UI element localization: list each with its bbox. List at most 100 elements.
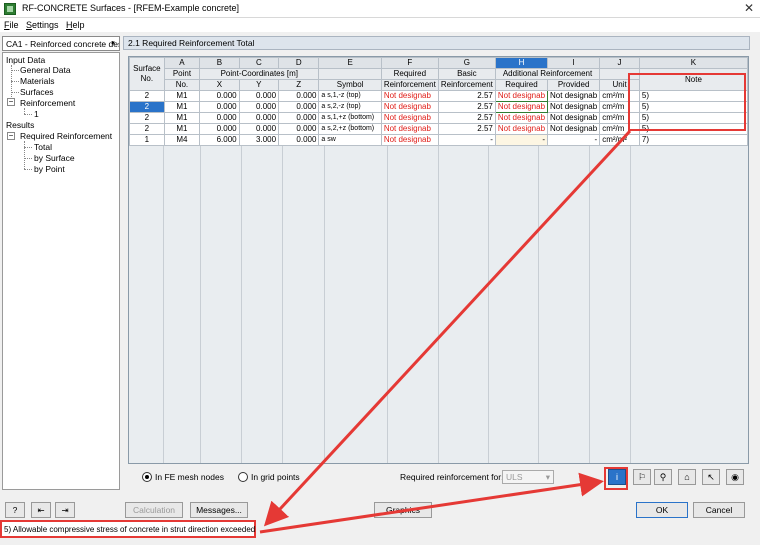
menu-settings[interactable]: Settings <box>26 20 59 30</box>
eye-icon[interactable]: ◉ <box>726 469 744 485</box>
cell-surface[interactable]: 2 <box>129 90 165 102</box>
nav-reinforcement[interactable]: Reinforcement <box>20 98 75 108</box>
filter-icon[interactable]: ⚐ <box>633 469 651 485</box>
cell-point[interactable]: M4 <box>163 134 201 146</box>
nav-results[interactable]: Results <box>6 120 34 130</box>
section-icon[interactable]: ⌂ <box>678 469 696 485</box>
cell-symbol[interactable]: a s,1,+z (bottom) <box>318 112 382 124</box>
cell-unit[interactable]: cm²/m <box>599 123 640 135</box>
cell-add-provided[interactable]: Not designab <box>547 90 601 102</box>
cell-point[interactable]: M1 <box>163 90 201 102</box>
pointer-icon[interactable]: ↖ <box>702 469 720 485</box>
info-icon[interactable]: i <box>608 469 626 485</box>
close-icon[interactable]: ✕ <box>744 1 754 15</box>
cell-unit[interactable]: cm²/m² <box>599 134 640 146</box>
cell-note[interactable]: 5) <box>638 123 748 135</box>
nav-materials[interactable]: Materials <box>20 76 54 86</box>
cell-note[interactable]: 5) <box>638 101 748 113</box>
cell-x[interactable]: 0.000 <box>199 90 240 102</box>
import-icon[interactable]: ⇤ <box>31 502 51 518</box>
table-row[interactable]: 2 M1 0.000 0.000 0.000 a s,1,-z (top) No… <box>129 90 748 102</box>
radio-grid-points-label[interactable]: In grid points <box>251 472 300 482</box>
pin-icon[interactable]: ⚲ <box>654 469 672 485</box>
export-icon[interactable]: ⇥ <box>55 502 75 518</box>
table-row[interactable]: 2 M1 0.000 0.000 0.000 a s,1,+z (bottom)… <box>129 112 748 124</box>
cell-y[interactable]: 0.000 <box>238 90 280 102</box>
cell-symbol[interactable]: a s,2,+z (bottom) <box>318 123 382 135</box>
menu-file[interactable]: File <box>4 20 19 30</box>
cell-surface[interactable]: 2 <box>129 123 165 135</box>
cell-add-required[interactable]: Not designab <box>494 101 549 113</box>
menu-help[interactable]: Help <box>66 20 85 30</box>
collapse-icon[interactable]: − <box>7 132 15 140</box>
cell-required[interactable]: Not designab <box>380 134 439 146</box>
cell-y[interactable]: 0.000 <box>238 123 280 135</box>
cell-surface[interactable]: 1 <box>129 134 165 146</box>
messages-button[interactable]: Messages... <box>190 502 248 518</box>
cell-point[interactable]: M1 <box>163 101 201 113</box>
radio-fe-mesh[interactable] <box>142 472 152 482</box>
cell-x[interactable]: 6.000 <box>199 134 240 146</box>
cell-z[interactable]: 0.000 <box>278 134 320 146</box>
cell-note[interactable]: 5) <box>638 90 748 102</box>
cell-required[interactable]: Not designab <box>380 90 439 102</box>
cell-y[interactable]: 3.000 <box>238 134 280 146</box>
cell-basic[interactable]: 2.57 <box>437 90 496 102</box>
table-row[interactable]: 1 M4 6.000 3.000 0.000 a sw Not designab… <box>129 134 748 146</box>
cell-unit[interactable]: cm²/m <box>599 112 640 124</box>
required-for-select[interactable]: ULS ▾ <box>502 470 554 484</box>
radio-grid-points[interactable] <box>238 472 248 482</box>
calculation-button[interactable]: Calculation <box>125 502 183 518</box>
ok-button[interactable]: OK <box>636 502 688 518</box>
cancel-button[interactable]: Cancel <box>693 502 745 518</box>
collapse-icon[interactable]: − <box>7 98 15 106</box>
nav-by-surface[interactable]: by Surface <box>34 153 75 163</box>
cell-required[interactable]: Not designab <box>380 123 439 135</box>
cell-z[interactable]: 0.000 <box>278 90 320 102</box>
cell-required[interactable]: Not designab <box>380 112 439 124</box>
cell-add-provided[interactable]: Not designab <box>547 112 601 124</box>
nav-input-data[interactable]: Input Data <box>6 55 45 65</box>
cell-add-provided[interactable]: Not designab <box>547 123 601 135</box>
nav-required-reinforcement[interactable]: Required Reinforcement <box>20 131 112 141</box>
cell-point[interactable]: M1 <box>163 112 201 124</box>
cell-add-required[interactable]: Not designab <box>494 123 549 135</box>
table-row[interactable]: 2 M1 0.000 0.000 0.000 a s,2,+z (bottom)… <box>129 123 748 135</box>
cell-x[interactable]: 0.000 <box>199 123 240 135</box>
cell-surface[interactable]: 2 <box>129 101 165 113</box>
help-icon[interactable]: ? <box>5 502 25 518</box>
cell-unit[interactable]: cm²/m <box>599 90 640 102</box>
cell-point[interactable]: M1 <box>163 123 201 135</box>
table-row[interactable]: 2 M1 0.000 0.000 0.000 a s,2,-z (top) No… <box>129 101 748 113</box>
nav-surfaces[interactable]: Surfaces <box>20 87 54 97</box>
nav-reinforcement-1[interactable]: 1 <box>34 109 39 119</box>
cell-z[interactable]: 0.000 <box>278 123 320 135</box>
cell-z[interactable]: 0.000 <box>278 112 320 124</box>
cell-y[interactable]: 0.000 <box>238 112 280 124</box>
cell-basic[interactable]: - <box>437 134 496 146</box>
nav-general-data[interactable]: General Data <box>20 65 71 75</box>
cell-basic[interactable]: 2.57 <box>437 112 496 124</box>
cell-symbol[interactable]: a s,1,-z (top) <box>318 90 382 102</box>
case-dropdown[interactable]: CA1 - Reinforced concrete desi ▾ <box>2 36 120 51</box>
cell-unit[interactable]: cm²/m <box>599 101 640 113</box>
cell-add-required[interactable]: Not designab <box>494 112 549 124</box>
nav-by-point[interactable]: by Point <box>34 164 65 174</box>
graphics-button[interactable]: Graphics <box>374 502 432 518</box>
cell-y[interactable]: 0.000 <box>238 101 280 113</box>
cell-note[interactable]: 7) <box>638 134 748 146</box>
cell-basic[interactable]: 2.57 <box>437 101 496 113</box>
cell-add-required[interactable]: - <box>494 134 549 146</box>
chevron-down-icon[interactable]: ▾ <box>108 38 118 49</box>
radio-fe-mesh-label[interactable]: In FE mesh nodes <box>155 472 224 482</box>
cell-add-provided[interactable]: - <box>547 134 601 146</box>
cell-x[interactable]: 0.000 <box>199 101 240 113</box>
cell-note[interactable]: 5) <box>638 112 748 124</box>
cell-symbol[interactable]: a s,2,-z (top) <box>318 101 382 113</box>
nav-total[interactable]: Total <box>34 142 52 152</box>
cell-symbol[interactable]: a sw <box>318 134 382 146</box>
cell-x[interactable]: 0.000 <box>199 112 240 124</box>
cell-add-required[interactable]: Not designab <box>494 90 549 102</box>
cell-z[interactable]: 0.000 <box>278 101 320 113</box>
cell-basic[interactable]: 2.57 <box>437 123 496 135</box>
